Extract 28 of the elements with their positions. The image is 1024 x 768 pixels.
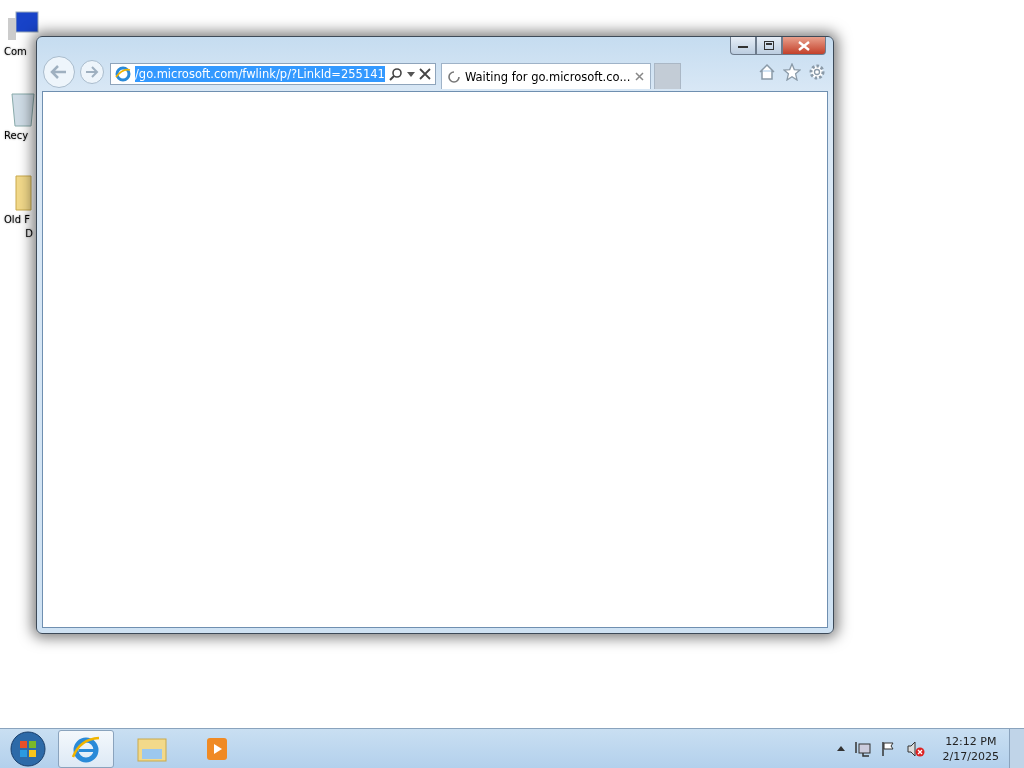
show-hidden-icons[interactable] <box>836 746 845 751</box>
icon-label: Com <box>4 46 27 58</box>
stop-icon[interactable] <box>418 68 431 80</box>
start-button[interactable] <box>8 728 48 768</box>
settings-icon[interactable] <box>808 63 826 81</box>
search-icon[interactable] <box>388 67 403 81</box>
muted-speaker-icon[interactable] <box>906 740 925 757</box>
icon-label: Old F <box>4 214 30 226</box>
dropdown-icon[interactable] <box>406 71 415 77</box>
home-icon[interactable] <box>758 63 776 81</box>
maximize-button[interactable] <box>756 37 782 55</box>
close-icon <box>798 40 810 51</box>
icon-label: Recy <box>4 130 29 142</box>
star-icon[interactable] <box>783 63 801 81</box>
clock-date[interactable]: 2/17/2025 <box>942 748 999 764</box>
browser-tab[interactable]: Waiting for go.microsoft.co... <box>440 63 652 89</box>
loading-icon <box>447 70 460 83</box>
page-icon <box>115 66 131 82</box>
icon-label: D <box>25 228 33 240</box>
clock-time[interactable]: 12:12 PM <box>945 733 997 749</box>
minimize-button[interactable] <box>730 37 756 55</box>
close-tab-icon[interactable] <box>635 72 645 81</box>
maximize-icon <box>764 41 774 50</box>
url-text: /go.microsoft.com/fwlink/p/?LinkId=255141 <box>135 66 385 82</box>
taskbar-button[interactable] <box>58 729 114 768</box>
flag-icon[interactable] <box>880 740 897 757</box>
network-icon[interactable] <box>854 740 871 757</box>
close-button[interactable] <box>782 37 826 55</box>
